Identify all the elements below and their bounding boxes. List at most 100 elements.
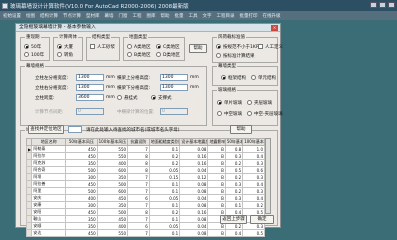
menu-item[interactable]: 型材库 — [86, 13, 100, 19]
table-cell[interactable]: 0.16 — [179, 152, 209, 160]
hanging-radio[interactable] — [117, 95, 122, 100]
menu-item[interactable]: 帮助 — [161, 13, 170, 19]
table-cell[interactable]: B — [207, 145, 226, 153]
glass-hollow-laminated-radio[interactable] — [247, 111, 252, 116]
column-header[interactable]: 100年基本雪压 — [242, 138, 265, 146]
table-scrollbar[interactable] — [265, 138, 271, 214]
table-cell[interactable]: 450 — [96, 194, 129, 202]
table-cell[interactable]: 0.4 — [242, 180, 265, 188]
table-cell[interactable]: 安达 — [31, 229, 67, 237]
wind-calc-radio[interactable] — [216, 53, 221, 58]
table-cell[interactable]: 450 — [65, 208, 98, 216]
struct-manual-checkbox[interactable] — [90, 44, 95, 49]
table-cell[interactable]: 7 — [127, 173, 150, 181]
glass-single-radio[interactable] — [217, 100, 222, 105]
table-cell[interactable]: 300 — [65, 173, 98, 181]
table-cell[interactable]: 阿合奇 — [31, 166, 67, 174]
table-cell[interactable]: 0.2 — [224, 187, 244, 195]
table-cell[interactable]: 350 — [65, 222, 98, 230]
table-cell[interactable]: 0.4 — [242, 194, 265, 202]
table-row[interactable]: 安达 450 550 7 0.1 0.08 B 0.4 0.5 — [25, 229, 265, 237]
table-cell[interactable]: 0.16 — [179, 208, 209, 216]
table-cell[interactable]: 阿坝 — [31, 173, 67, 181]
table-cell[interactable]: 450 — [65, 152, 98, 160]
table-cell[interactable]: 500 — [65, 187, 98, 195]
calc-corner-radio[interactable] — [57, 52, 62, 57]
table-cell[interactable]: 600 — [96, 166, 129, 174]
ground-c-radio[interactable] — [156, 44, 161, 49]
ground-a-radio[interactable] — [127, 44, 132, 49]
menu-item[interactable]: 初始设置 — [3, 13, 21, 19]
column-header[interactable]: 地震影响系数 — [207, 138, 226, 146]
table-cell[interactable]: B — [207, 166, 226, 174]
table-cell[interactable]: 0.04 — [179, 166, 209, 174]
table-cell[interactable]: 7 — [127, 215, 150, 223]
table-cell[interactable]: 安阳 — [31, 208, 67, 216]
table-cell[interactable]: 0.3 — [242, 173, 265, 181]
menu-item[interactable]: 批量打印 — [240, 13, 258, 19]
table-cell[interactable]: 600 — [96, 187, 129, 195]
table-cell[interactable]: 鞍山 — [31, 215, 67, 223]
table-cell[interactable]: 阿里 — [31, 187, 67, 195]
table-cell[interactable]: B — [207, 173, 226, 181]
table-cell[interactable]: 7 — [127, 187, 150, 195]
frame-radio[interactable] — [221, 75, 226, 80]
table-cell[interactable]: B — [207, 180, 226, 188]
table-cell[interactable]: 550 — [96, 145, 129, 153]
close-icon[interactable] — [388, 2, 395, 8]
table-cell[interactable]: 0.4 — [224, 229, 244, 237]
column-header[interactable]: 地区名称 — [31, 138, 67, 146]
table-cell[interactable]: 0.2 — [224, 159, 244, 167]
table-cell[interactable]: 0.04 — [179, 194, 209, 202]
table-cell[interactable]: 0.3 — [242, 159, 265, 167]
minimize-icon[interactable] — [370, 2, 377, 8]
calc-main-radio[interactable] — [57, 44, 62, 49]
period-50-radio[interactable] — [24, 44, 29, 49]
bottom-height-input[interactable]: 1300 — [160, 84, 188, 91]
table-cell[interactable]: 0.1 — [148, 229, 181, 237]
menu-item[interactable]: 工程 — [133, 13, 142, 19]
table-cell[interactable]: 8 — [127, 208, 150, 216]
table-cell[interactable]: 0.3 — [224, 194, 244, 202]
back-button[interactable]: 返回上步骤 — [220, 215, 247, 224]
table-cell[interactable]: 6 — [127, 222, 150, 230]
table-cell[interactable]: 0.3 — [242, 187, 265, 195]
support-radio[interactable] — [151, 95, 156, 100]
period-100-radio[interactable] — [24, 52, 29, 57]
table-cell[interactable]: 0.3 — [224, 152, 244, 160]
ground-b-radio[interactable] — [127, 52, 132, 57]
table-cell[interactable]: 8 — [127, 166, 150, 174]
table-cell[interactable]: 0.1 — [224, 201, 244, 209]
table-cell[interactable]: 0.05 — [148, 222, 181, 230]
table-cell[interactable]: 500 — [96, 180, 129, 188]
table-cell[interactable]: 0.4 — [242, 152, 265, 160]
table-cell[interactable]: 0.1 — [148, 215, 181, 223]
table-cell[interactable]: 0.1 — [148, 187, 181, 195]
table-row[interactable]: 阿拉善 450 500 7 0.1 0.08 B 0.3 0.4 — [25, 180, 265, 188]
table-cell[interactable]: 0.2 — [148, 152, 181, 160]
table-cell[interactable]: 550 — [96, 152, 129, 160]
table-row[interactable]: ▶ 阿勒泰 450 550 7 0.1 0.08 B 0.8 1.0 — [25, 145, 265, 153]
table-cell[interactable]: 400 — [65, 194, 98, 202]
help-button[interactable]: 帮助 — [189, 44, 207, 53]
table-cell[interactable]: 0.05 — [148, 194, 181, 202]
menu-item[interactable]: 在线升级 — [263, 13, 281, 19]
table-cell[interactable]: 450 — [65, 229, 98, 237]
table-cell[interactable]: 0.08 — [179, 215, 209, 223]
table-cell[interactable]: 0.5 — [224, 166, 244, 174]
menu-item[interactable]: 幕墙 — [105, 13, 114, 19]
table-cell[interactable]: 0.12 — [179, 173, 209, 181]
table-cell[interactable]: 450 — [65, 145, 98, 153]
table-cell[interactable]: B — [207, 194, 226, 202]
column-header[interactable]: 地面粗糙度类别 — [148, 138, 181, 146]
table-cell[interactable]: B — [207, 229, 226, 237]
table-cell[interactable]: 0.2 — [242, 201, 265, 209]
table-cell[interactable]: 安顺 — [31, 222, 67, 230]
table-cell[interactable]: 500 — [65, 166, 98, 174]
table-cell[interactable]: 550 — [96, 229, 129, 237]
node-spacing-input[interactable]: 0 — [76, 108, 104, 115]
table-row[interactable]: 阿拉尔 450 550 8 0.2 0.16 B 0.3 0.4 — [25, 152, 265, 160]
table-row[interactable]: 安庆 400 450 6 0.05 0.04 B 0.3 0.4 — [25, 194, 265, 202]
table-cell[interactable]: 7 — [127, 201, 150, 209]
table-cell[interactable]: 阿拉尔 — [31, 152, 67, 160]
